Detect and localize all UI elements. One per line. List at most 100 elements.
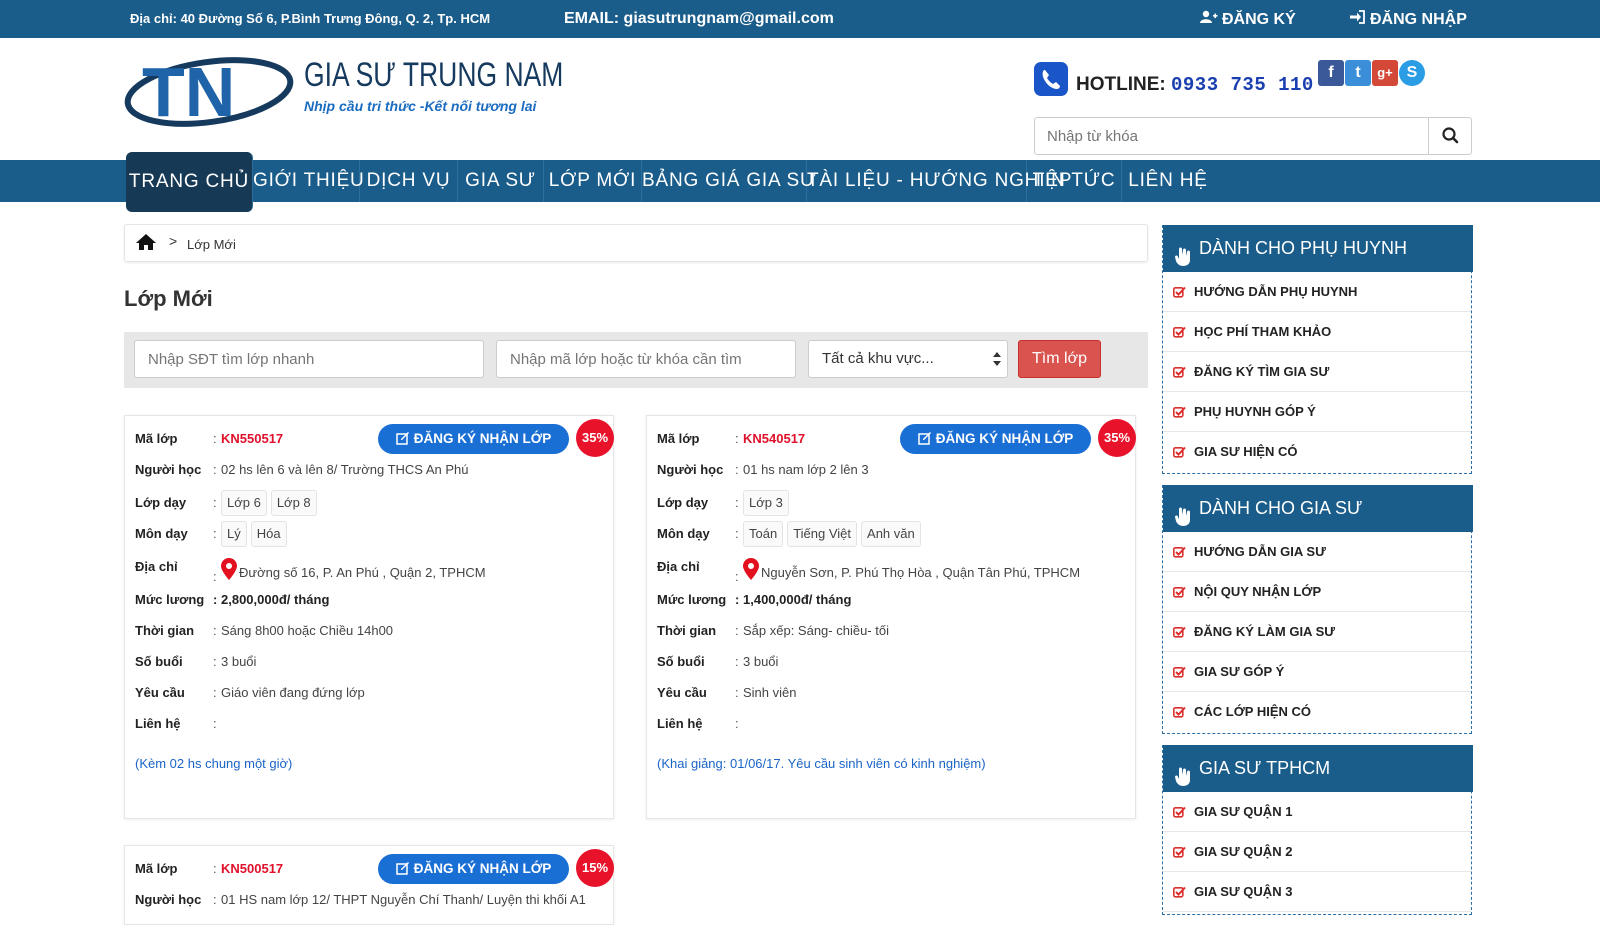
- nav-item-services[interactable]: DỊCH VỤ: [360, 160, 458, 202]
- find-class-button[interactable]: Tìm lớp: [1018, 340, 1101, 378]
- sidebar-item[interactable]: HỌC PHÍ THAM KHẢO: [1163, 312, 1471, 352]
- sidebar-item[interactable]: PHỤ HUYNH GÓP Ý: [1163, 392, 1471, 432]
- sidebar-section-header: DÀNH CHO PHỤ HUYNH: [1163, 225, 1473, 272]
- edit-icon: [917, 432, 931, 445]
- address-value: Đường số 16, P. An Phú , Quận 2, TPHCM: [239, 565, 486, 580]
- class-code[interactable]: KN500517: [221, 861, 283, 876]
- sessions-value: 3 buổi: [221, 654, 257, 669]
- sidebar-item[interactable]: ĐĂNG KÝ TÌM GIA SƯ: [1163, 352, 1471, 392]
- class-note: (Khai giảng: 01/06/17. Yêu cầu sinh viên…: [657, 756, 986, 771]
- nav-item-contact[interactable]: LIÊN HỆ: [1122, 160, 1214, 202]
- checkbox-icon: [1173, 406, 1186, 418]
- contact-email: EMAIL: giasutrungnam@gmail.com: [564, 10, 834, 27]
- sidebar-section-tutors: DÀNH CHO GIA SƯ HƯỚNG DẪN GIA SƯ NỘI QUY…: [1162, 485, 1473, 734]
- nav-item-pricing[interactable]: BẢNG GIÁ GIA SƯ: [642, 160, 816, 202]
- nav-item-new-classes[interactable]: LỚP MỚI: [544, 160, 642, 202]
- class-card: Mã lớp: KN550517 ĐĂNG KÝ NHẬN LỚP 35% Ngư…: [124, 415, 614, 819]
- site-logo[interactable]: TN GIA SƯ TRUNG NAM Nhịp cầu tri thức -K…: [124, 48, 563, 130]
- keyword-search-input[interactable]: [496, 340, 796, 378]
- requirement-value: Sinh viên: [743, 685, 797, 700]
- discount-badge: 15%: [576, 849, 614, 887]
- register-class-button[interactable]: ĐĂNG KÝ NHẬN LỚP: [378, 424, 569, 454]
- time-value: Sắp xếp: Sáng- chiều- tối: [743, 623, 889, 638]
- learner-value: 01 HS nam lớp 12/ THPT Nguyễn Chí Thanh/…: [221, 892, 586, 907]
- sidebar-item[interactable]: GIA SƯ GÓP Ý: [1163, 652, 1471, 692]
- sign-in-icon: [1350, 10, 1366, 29]
- add-user-icon: [1200, 10, 1218, 29]
- sidebar-item[interactable]: ĐĂNG KÝ LÀM GIA SƯ: [1163, 612, 1471, 652]
- facebook-icon[interactable]: f: [1318, 60, 1344, 86]
- nav-item-news[interactable]: TIN TỨC: [1027, 160, 1122, 202]
- search-icon: [1442, 127, 1459, 144]
- discount-badge: 35%: [1098, 419, 1136, 457]
- register-class-button[interactable]: ĐĂNG KÝ NHẬN LỚP: [378, 854, 569, 884]
- salary-value: 1,400,000đ/ tháng: [743, 592, 852, 607]
- breadcrumb: > Lớp Mới: [124, 224, 1148, 262]
- subject-tag: Toán: [743, 521, 784, 547]
- register-class-button[interactable]: ĐĂNG KÝ NHẬN LỚP: [900, 424, 1091, 454]
- breadcrumb-current: Lớp Mới: [187, 237, 236, 252]
- edit-icon: [395, 432, 409, 445]
- login-link[interactable]: ĐĂNG NHẬP: [1350, 10, 1467, 29]
- learner-value: 01 hs nam lớp 2 lên 3: [743, 462, 869, 477]
- hotline-number[interactable]: 0933 735 110: [1171, 74, 1314, 96]
- subject-tag: Tiếng Việt: [787, 521, 858, 547]
- map-pin-icon: [743, 558, 759, 580]
- nav-item-about[interactable]: GIỚI THIỆU: [253, 160, 364, 202]
- sidebar-item[interactable]: HƯỚNG DẪN PHỤ HUYNH: [1163, 272, 1471, 312]
- login-label: ĐĂNG NHẬP: [1370, 11, 1467, 28]
- select-arrows-icon: [993, 352, 1001, 366]
- edit-icon: [395, 862, 409, 875]
- site-search: [1034, 117, 1472, 155]
- site-name: GIA SƯ TRUNG NAM: [304, 56, 564, 94]
- grade-tag: Lớp 8: [270, 490, 317, 516]
- time-value: Sáng 8h00 hoặc Chiều 14h00: [221, 623, 394, 638]
- subject-tag: Hóa: [250, 521, 287, 547]
- field-label: Mã lớp: [135, 431, 178, 446]
- class-code-row: Mã lớp: KN550517: [135, 428, 283, 450]
- site-slogan: Nhịp cầu tri thức -Kết nối tương lai: [304, 98, 537, 114]
- google-plus-icon[interactable]: g+: [1372, 60, 1398, 86]
- subject-tag: Lý: [221, 521, 247, 547]
- class-note: (Kèm 02 hs chung một giờ): [135, 756, 293, 771]
- nav-item-home[interactable]: TRANG CHỦ: [126, 152, 253, 212]
- sidebar-item[interactable]: GIA SƯ QUẬN 3: [1163, 872, 1471, 912]
- sidebar-section-header: DÀNH CHO GIA SƯ: [1163, 485, 1473, 532]
- sidebar-item[interactable]: GIA SƯ QUẬN 1: [1163, 792, 1471, 832]
- area-select-value: Tất cả khu vực...: [822, 350, 934, 367]
- checkbox-icon: [1173, 626, 1186, 638]
- register-link[interactable]: ĐĂNG KÝ: [1200, 10, 1296, 29]
- nav-item-documents[interactable]: TÀI LIỆU - HƯỚNG NGHIỆP: [807, 160, 1071, 202]
- skype-icon[interactable]: S: [1399, 60, 1425, 86]
- requirement-value: Giáo viên đang đứng lớp: [221, 685, 365, 700]
- search-input[interactable]: [1035, 118, 1429, 154]
- sidebar-item[interactable]: HƯỚNG DẪN GIA SƯ: [1163, 532, 1471, 572]
- contact-address: Địa chỉ: 40 Đường Số 6, P.Bình Trưng Đôn…: [130, 11, 491, 26]
- home-icon[interactable]: [135, 233, 157, 256]
- discount-badge: 35%: [576, 419, 614, 457]
- area-select[interactable]: Tất cả khu vực...: [808, 340, 1008, 378]
- sidebar-item[interactable]: NỘI QUY NHẬN LỚP: [1163, 572, 1471, 612]
- sidebar-item[interactable]: GIA SƯ QUẬN 2: [1163, 832, 1471, 872]
- checkbox-icon: [1173, 886, 1186, 898]
- sidebar-item[interactable]: CÁC LỚP HIỆN CÓ: [1163, 692, 1471, 732]
- sidebar-item[interactable]: GIA SƯ HIỆN CÓ: [1163, 432, 1471, 472]
- breadcrumb-separator: >: [169, 233, 178, 249]
- sidebar-section-header: GIA SƯ TPHCM: [1163, 745, 1473, 792]
- salary-value: 2,800,000đ/ tháng: [221, 592, 330, 607]
- hotline-label: HOTLINE:: [1076, 74, 1166, 95]
- address-value: Nguyễn Sơn, P. Phú Thọ Hòa , Quận Tân Ph…: [761, 565, 1081, 580]
- class-filter: Tất cả khu vực... Tìm lớp: [124, 332, 1148, 388]
- class-code[interactable]: KN550517: [221, 431, 283, 446]
- checkbox-icon: [1173, 366, 1186, 378]
- class-code[interactable]: KN540517: [743, 431, 805, 446]
- checkbox-icon: [1173, 446, 1186, 458]
- phone-search-input[interactable]: [134, 340, 484, 378]
- map-pin-icon: [221, 558, 237, 580]
- grade-tag: Lớp 6: [221, 490, 267, 516]
- checkbox-icon: [1173, 546, 1186, 558]
- twitter-icon[interactable]: t: [1345, 60, 1371, 86]
- search-button[interactable]: [1428, 118, 1471, 154]
- nav-item-tutors[interactable]: GIA SƯ: [458, 160, 544, 202]
- social-links: f t g+ S: [1318, 60, 1426, 86]
